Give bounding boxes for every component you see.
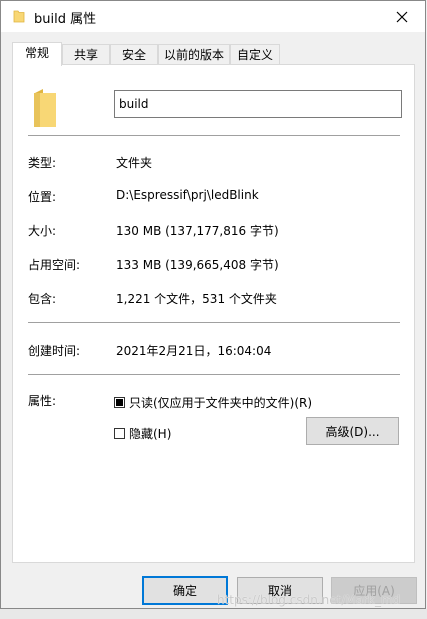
hidden-checkbox-row[interactable]: 隐藏(H): [114, 425, 171, 442]
hidden-label: 隐藏(H): [129, 427, 172, 441]
divider: [28, 374, 400, 375]
location-value: D:\Espressif\prj\ledBlink: [116, 188, 259, 202]
tab-previous-versions[interactable]: 以前的版本: [158, 44, 230, 65]
created-label: 创建时间:: [28, 344, 81, 358]
advanced-button[interactable]: 高级(D)...: [306, 417, 399, 445]
ok-button[interactable]: 确定: [142, 576, 228, 605]
contains-label: 包含:: [28, 292, 57, 306]
general-panel: 类型: 文件夹 位置: D:\Espressif\prj\ledBlink 大小…: [12, 64, 415, 563]
tab-general[interactable]: 常规: [12, 42, 62, 66]
folder-icon: [34, 89, 56, 127]
background-strip: [0, 609, 427, 619]
properties-window: build 属性 常规 共享 安全 以前的版本 自定义 类型: 文件夹 位置: …: [0, 0, 426, 609]
close-icon: [396, 11, 408, 22]
folder-name-input[interactable]: [114, 90, 402, 118]
size-on-disk-value: 133 MB (139,665,408 字节): [116, 258, 279, 272]
type-label: 类型:: [28, 156, 57, 170]
divider: [28, 322, 400, 323]
contains-value: 1,221 个文件，531 个文件夹: [116, 292, 277, 306]
tab-security[interactable]: 安全: [110, 44, 158, 65]
readonly-label: 只读(仅应用于文件夹中的文件)(R): [129, 396, 313, 410]
size-label: 大小:: [28, 224, 57, 238]
created-value: 2021年2月21日，16:04:04: [116, 344, 272, 358]
hidden-checkbox[interactable]: [114, 428, 125, 439]
readonly-checkbox-row[interactable]: 只读(仅应用于文件夹中的文件)(R): [114, 394, 312, 411]
attributes-label: 属性:: [28, 394, 57, 408]
watermark: https://blog.csdn.net/Mark_md: [217, 593, 401, 607]
type-value: 文件夹: [116, 156, 153, 170]
tab-customize[interactable]: 自定义: [230, 44, 280, 65]
size-value: 130 MB (137,177,816 字节): [116, 224, 279, 238]
window-title: build 属性: [34, 12, 97, 27]
folder-icon: [13, 10, 25, 23]
tab-sharing[interactable]: 共享: [62, 44, 110, 65]
close-button[interactable]: [379, 1, 425, 32]
location-label: 位置:: [28, 190, 57, 204]
readonly-checkbox[interactable]: [114, 397, 125, 408]
size-on-disk-label: 占用空间:: [28, 258, 81, 272]
divider: [28, 135, 400, 136]
title-bar: build 属性: [1, 1, 425, 32]
